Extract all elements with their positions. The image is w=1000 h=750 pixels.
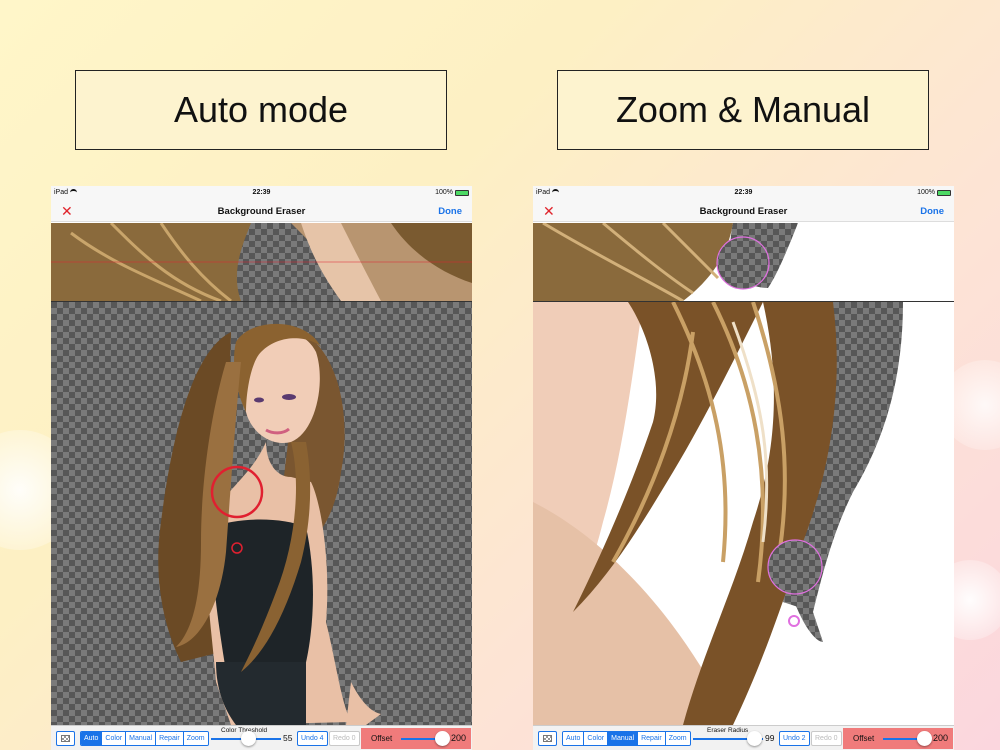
eraser-brush-ring bbox=[767, 539, 823, 595]
redo-button[interactable]: Redo 0 bbox=[811, 731, 842, 746]
redo-button[interactable]: Redo 0 bbox=[329, 731, 360, 746]
mode-repair[interactable]: Repair bbox=[156, 732, 184, 745]
clock: 22:39 bbox=[252, 189, 271, 196]
editing-canvas[interactable] bbox=[533, 302, 954, 725]
mode-auto[interactable]: Auto bbox=[81, 732, 103, 745]
done-button[interactable]: Done bbox=[920, 206, 944, 217]
slider-value: 99 bbox=[765, 733, 775, 743]
device-screen-auto: iPad 22:39 100% ✕ Background Eraser Done bbox=[51, 186, 472, 750]
battery-icon bbox=[455, 189, 469, 196]
offset-panel: Offset 200 bbox=[843, 728, 953, 749]
eraser-brush-ring bbox=[716, 236, 770, 290]
nav-bar: ✕ Background Eraser Done bbox=[51, 200, 472, 222]
mode-auto[interactable]: Auto bbox=[563, 732, 585, 745]
offset-value: 200 bbox=[933, 733, 949, 743]
battery-indicator: 100% bbox=[435, 189, 469, 196]
status-bar: iPad 22:39 100% bbox=[51, 186, 472, 200]
subject-photo bbox=[158, 323, 381, 725]
status-bar: iPad 22:39 100% bbox=[533, 186, 954, 200]
radius-slider-knob[interactable] bbox=[747, 731, 762, 746]
caption-zoom-manual: Zoom & Manual bbox=[557, 70, 929, 150]
editing-canvas[interactable] bbox=[51, 302, 472, 725]
undo-button[interactable]: Undo 2 bbox=[779, 731, 810, 746]
eraser-target-point bbox=[788, 615, 800, 627]
mode-zoom[interactable]: Zoom bbox=[183, 732, 208, 745]
done-button[interactable]: Done bbox=[438, 206, 462, 217]
slider-label: Eraser Radius bbox=[707, 727, 749, 734]
zoom-preview bbox=[533, 223, 954, 301]
mode-manual[interactable]: Manual bbox=[126, 732, 157, 745]
caption-auto-mode: Auto mode bbox=[75, 70, 447, 150]
mode-segmented-control: Auto Color Manual Repair Zoom bbox=[562, 731, 691, 746]
background-toggle-icon[interactable] bbox=[538, 731, 557, 746]
background-toggle-icon[interactable] bbox=[56, 731, 75, 746]
threshold-slider-knob[interactable] bbox=[241, 731, 256, 746]
offset-slider-knob[interactable] bbox=[917, 731, 932, 746]
subject-photo bbox=[533, 302, 903, 725]
offset-panel: Offset 200 bbox=[361, 728, 471, 749]
tool-bar: Auto Color Manual Repair Zoom Color Thre… bbox=[51, 725, 472, 750]
device-screen-manual: iPad 22:39 100% ✕ Background Eraser Done bbox=[533, 186, 954, 750]
undo-button[interactable]: Undo 4 bbox=[297, 731, 328, 746]
offset-label: Offset bbox=[853, 734, 875, 743]
mode-color[interactable]: Color bbox=[584, 732, 609, 745]
battery-icon bbox=[937, 189, 951, 196]
mode-manual[interactable]: Manual bbox=[608, 732, 639, 745]
offset-label: Offset bbox=[371, 734, 393, 743]
tool-bar: Auto Color Manual Repair Zoom Eraser Rad… bbox=[533, 725, 954, 750]
zoom-preview bbox=[51, 223, 472, 301]
mode-color[interactable]: Color bbox=[102, 732, 127, 745]
nav-title: Background Eraser bbox=[699, 206, 788, 217]
clock: 22:39 bbox=[734, 189, 753, 196]
mode-zoom[interactable]: Zoom bbox=[665, 732, 690, 745]
mode-segmented-control: Auto Color Manual Repair Zoom bbox=[80, 731, 209, 746]
nav-bar: ✕ Background Eraser Done bbox=[533, 200, 954, 222]
nav-title: Background Eraser bbox=[217, 206, 306, 217]
battery-indicator: 100% bbox=[917, 189, 951, 196]
offset-slider-knob[interactable] bbox=[435, 731, 450, 746]
slider-value: 55 bbox=[283, 733, 293, 743]
offset-value: 200 bbox=[451, 733, 467, 743]
mode-repair[interactable]: Repair bbox=[638, 732, 666, 745]
